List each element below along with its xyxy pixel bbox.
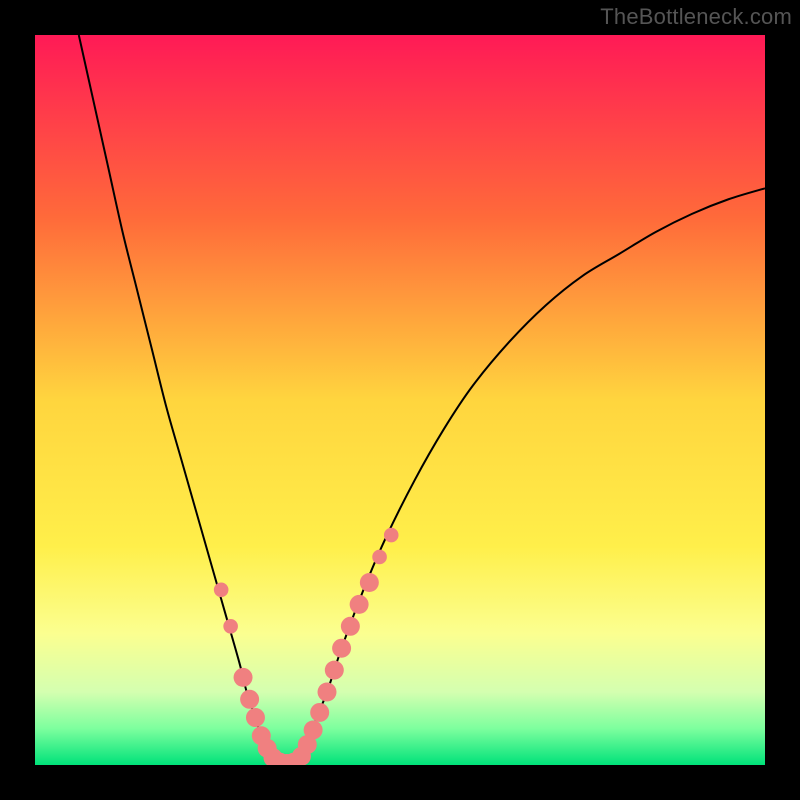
data-point-marker: [234, 668, 253, 687]
data-point-marker: [304, 720, 323, 739]
chart-container: TheBottleneck.com: [0, 0, 800, 800]
data-point-marker: [223, 619, 238, 634]
data-point-marker: [214, 583, 229, 598]
data-point-marker: [360, 573, 379, 592]
data-point-marker: [384, 528, 399, 543]
plot-area: [35, 35, 765, 765]
bottleneck-curve: [79, 35, 765, 764]
data-point-marker: [325, 661, 344, 680]
data-point-marker: [372, 550, 387, 565]
data-point-marker: [341, 617, 360, 636]
data-point-marker: [332, 639, 351, 658]
data-point-marker: [318, 683, 337, 702]
curve-layer: [35, 35, 765, 765]
data-point-marker: [310, 703, 329, 722]
watermark-text: TheBottleneck.com: [600, 4, 792, 30]
data-point-marker: [246, 708, 265, 727]
data-point-marker: [350, 595, 369, 614]
data-point-marker: [240, 690, 259, 709]
